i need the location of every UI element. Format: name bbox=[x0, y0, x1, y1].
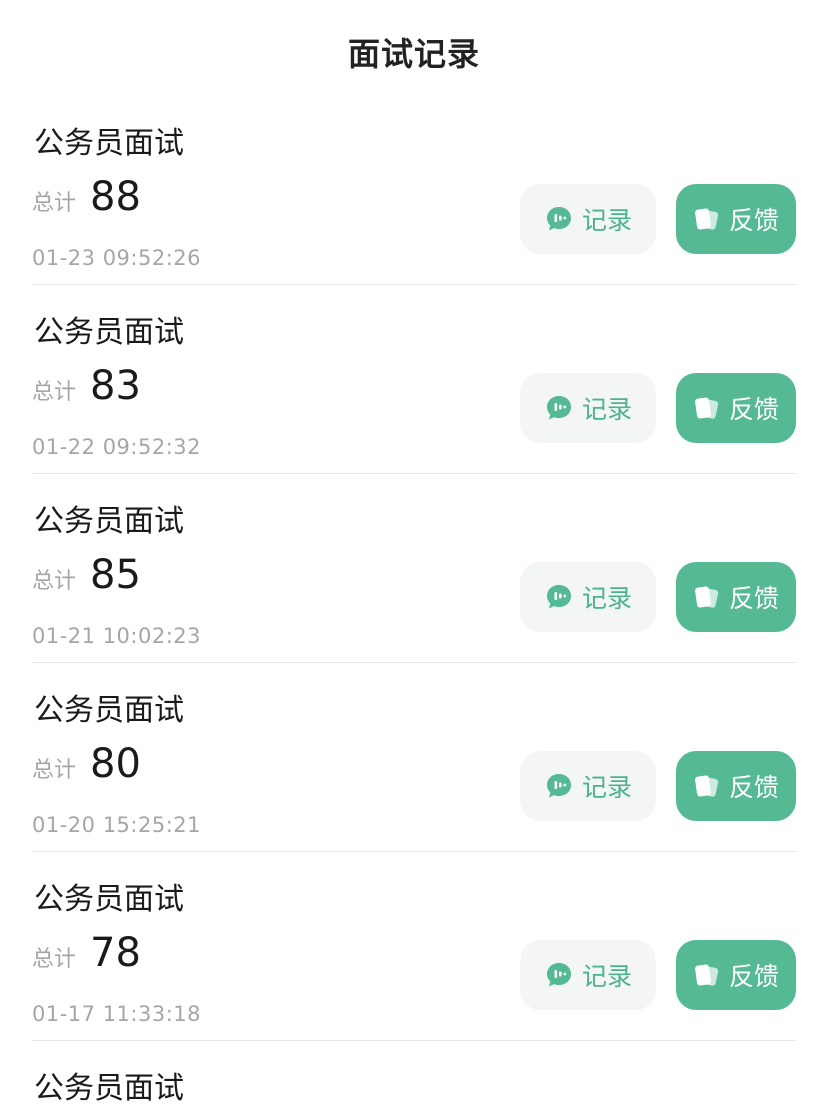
record-button[interactable]: 记录 bbox=[520, 751, 656, 821]
record-title: 公务员面试 bbox=[34, 126, 184, 161]
feedback-button-label: 反馈 bbox=[728, 395, 779, 424]
record-button-label: 记录 bbox=[581, 395, 632, 424]
feedback-button[interactable]: 反馈 bbox=[676, 751, 796, 821]
record-timestamp: 01-20 15:25:21 bbox=[32, 813, 202, 837]
feedback-button[interactable]: 反馈 bbox=[676, 373, 796, 443]
score-value: 88 bbox=[90, 174, 141, 220]
score-label: 总计 bbox=[32, 947, 77, 972]
cards-icon bbox=[693, 205, 721, 233]
chat-bubble-icon bbox=[544, 771, 574, 801]
record-title: 公务员面试 bbox=[34, 504, 184, 539]
record-timestamp: 01-17 11:33:18 bbox=[32, 1002, 202, 1026]
score-value: 78 bbox=[90, 930, 141, 976]
score-row: 总计 83 bbox=[32, 363, 141, 409]
cards-icon bbox=[693, 394, 721, 422]
record-button-label: 记录 bbox=[581, 206, 632, 235]
score-label: 总计 bbox=[32, 191, 77, 216]
record-button[interactable]: 记录 bbox=[520, 184, 656, 254]
chat-bubble-icon bbox=[544, 393, 574, 423]
record-button[interactable]: 记录 bbox=[520, 940, 656, 1010]
record-button[interactable]: 记录 bbox=[520, 373, 656, 443]
score-row: 总计 78 bbox=[32, 930, 141, 976]
feedback-button[interactable]: 反馈 bbox=[676, 562, 796, 632]
page-title: 面试记录 bbox=[347, 35, 480, 73]
records-list: 公务员面试 总计 88 01-23 09:52:26 记录 反馈 公务员面试 总… bbox=[0, 96, 828, 1104]
record-item[interactable]: 公务员面试 bbox=[32, 1041, 796, 1104]
score-row: 总计 85 bbox=[32, 552, 141, 598]
record-button[interactable]: 记录 bbox=[520, 562, 656, 632]
feedback-button[interactable]: 反馈 bbox=[676, 940, 796, 1010]
score-label: 总计 bbox=[32, 569, 77, 594]
record-timestamp: 01-22 09:52:32 bbox=[32, 435, 202, 459]
cards-icon bbox=[693, 583, 721, 611]
chat-bubble-icon bbox=[544, 582, 574, 612]
score-value: 85 bbox=[90, 552, 141, 598]
score-label: 总计 bbox=[32, 380, 77, 405]
record-item[interactable]: 公务员面试 总计 88 01-23 09:52:26 记录 反馈 bbox=[32, 96, 796, 285]
feedback-button[interactable]: 反馈 bbox=[676, 184, 796, 254]
score-label: 总计 bbox=[32, 758, 77, 783]
record-item[interactable]: 公务员面试 总计 85 01-21 10:02:23 记录 反馈 bbox=[32, 474, 796, 663]
record-title: 公务员面试 bbox=[34, 693, 184, 728]
record-title: 公务员面试 bbox=[34, 1071, 184, 1104]
record-item[interactable]: 公务员面试 总计 78 01-17 11:33:18 记录 反馈 bbox=[32, 852, 796, 1041]
chat-bubble-icon bbox=[544, 960, 574, 990]
feedback-button-label: 反馈 bbox=[728, 962, 779, 991]
score-value: 83 bbox=[90, 363, 141, 409]
chat-bubble-icon bbox=[544, 204, 574, 234]
record-button-label: 记录 bbox=[581, 584, 632, 613]
score-row: 总计 80 bbox=[32, 741, 141, 787]
record-button-label: 记录 bbox=[581, 773, 632, 802]
record-button-label: 记录 bbox=[581, 962, 632, 991]
record-item[interactable]: 公务员面试 总计 80 01-20 15:25:21 记录 反馈 bbox=[32, 663, 796, 852]
cards-icon bbox=[693, 772, 721, 800]
feedback-button-label: 反馈 bbox=[728, 584, 779, 613]
record-title: 公务员面试 bbox=[34, 315, 184, 350]
record-item[interactable]: 公务员面试 总计 83 01-22 09:52:32 记录 反馈 bbox=[32, 285, 796, 474]
cards-icon bbox=[693, 961, 721, 989]
record-timestamp: 01-21 10:02:23 bbox=[32, 624, 202, 648]
interview-records-page: 面试记录 公务员面试 总计 88 01-23 09:52:26 记录 反馈 公务… bbox=[0, 0, 828, 1104]
score-value: 80 bbox=[90, 741, 141, 787]
feedback-button-label: 反馈 bbox=[728, 206, 779, 235]
score-row: 总计 88 bbox=[32, 174, 141, 220]
record-timestamp: 01-23 09:52:26 bbox=[32, 246, 202, 270]
record-title: 公务员面试 bbox=[34, 882, 184, 917]
feedback-button-label: 反馈 bbox=[728, 773, 779, 802]
